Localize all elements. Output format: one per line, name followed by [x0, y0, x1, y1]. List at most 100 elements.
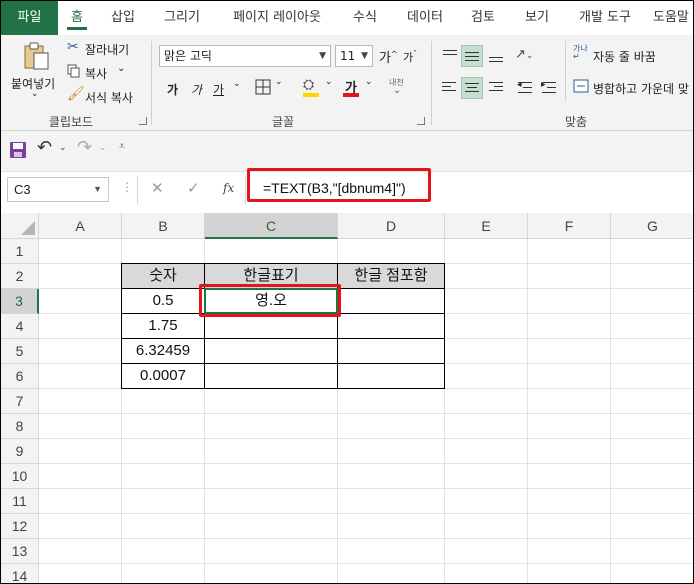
table-cell[interactable]	[338, 289, 444, 313]
table-cell[interactable]: 0.5	[122, 289, 204, 313]
table-header-cell[interactable]: 한글 점포함	[338, 264, 444, 288]
font-size-chevron-down-icon: ▼	[361, 51, 368, 61]
column-header-a[interactable]: A	[39, 213, 122, 239]
row-header-2[interactable]: 2	[1, 264, 39, 289]
tab-review[interactable]: 검토	[465, 1, 501, 35]
merge-center-label: 병합하고 가운데 맞	[593, 82, 689, 96]
phonetic-guide-chevron-icon[interactable]: ⌄	[393, 85, 401, 96]
format-painter-button[interactable]: 🖌 서식 복사	[65, 86, 145, 107]
save-icon[interactable]	[9, 141, 27, 159]
undo-icon[interactable]: ↶	[37, 137, 52, 158]
middle-align-button[interactable]	[461, 45, 483, 67]
font-dialog-launcher-icon[interactable]	[417, 117, 425, 125]
row-header-4[interactable]: 4	[1, 314, 39, 339]
row-header-3[interactable]: 3	[1, 289, 39, 314]
row-header-14[interactable]: 14	[1, 564, 39, 583]
table-border	[337, 263, 338, 389]
row-header-8[interactable]: 8	[1, 414, 39, 439]
paste-button[interactable]: 붙여넣기 ⌄	[9, 39, 61, 105]
redo-chevron-down-icon[interactable]: ⌄	[99, 143, 107, 153]
row-header-10[interactable]: 10	[1, 464, 39, 489]
tab-developer[interactable]: 개발 도구	[571, 1, 639, 35]
name-box[interactable]: C3 ▼	[7, 177, 109, 202]
undo-chevron-down-icon[interactable]: ⌄	[59, 143, 67, 153]
active-tab-underline	[67, 27, 87, 30]
row-header-1[interactable]: 1	[1, 239, 39, 264]
copy-dropdown-chevron-icon[interactable]: ⌄	[117, 63, 125, 74]
tab-insert[interactable]: 삽입	[105, 1, 141, 35]
wrap-text-button[interactable]: 가나 ↵ 자동 줄 바꿈	[573, 45, 693, 65]
table-cell[interactable]: 6.32459	[122, 339, 204, 363]
row-header-13[interactable]: 13	[1, 539, 39, 564]
shrink-font-button[interactable]: 가ˇ	[403, 49, 417, 65]
table-border	[121, 263, 445, 264]
column-header-g[interactable]: G	[611, 213, 693, 239]
tab-draw[interactable]: 그리기	[157, 1, 207, 35]
table-cell[interactable]	[205, 364, 337, 388]
table-cell[interactable]	[205, 339, 337, 363]
tab-view[interactable]: 보기	[519, 1, 555, 35]
select-all-corner[interactable]	[1, 213, 39, 239]
grow-font-button[interactable]: 가^	[379, 47, 398, 66]
column-header-f[interactable]: F	[528, 213, 611, 239]
insert-function-icon[interactable]: fx	[223, 181, 234, 195]
orientation-icon: ↗	[515, 47, 526, 62]
row-header-6[interactable]: 6	[1, 364, 39, 389]
align-center-button[interactable]	[461, 77, 483, 99]
column-header-c[interactable]: C	[205, 213, 338, 239]
wrap-text-label: 자동 줄 바꿈	[593, 50, 656, 64]
bold-button[interactable]: 가	[167, 81, 178, 98]
redo-icon[interactable]: ↷	[77, 137, 92, 158]
top-align-button[interactable]	[439, 45, 461, 67]
row-header-11[interactable]: 11	[1, 489, 39, 514]
tab-data[interactable]: 데이터	[401, 1, 449, 35]
column-header-d[interactable]: D	[338, 213, 445, 239]
underline-chevron-down-icon[interactable]: ⌄	[233, 79, 241, 89]
underline-button[interactable]: 가	[213, 81, 224, 98]
tab-formulas[interactable]: 수식	[345, 1, 385, 35]
font-size-select[interactable]: 11 ▼	[335, 45, 373, 67]
table-header-cell[interactable]: 숫자	[122, 264, 204, 288]
italic-button[interactable]: 가	[191, 81, 202, 98]
copy-button[interactable]: 복사 ⌄	[65, 63, 145, 83]
column-header-b[interactable]: B	[122, 213, 205, 239]
customize-qat-icon[interactable]: ⩡	[119, 141, 125, 152]
enter-check-icon[interactable]: ✓	[187, 179, 200, 197]
decrease-indent-button[interactable]: ◂	[515, 77, 537, 99]
gridline	[39, 538, 693, 539]
tab-home[interactable]: 홈	[63, 1, 91, 35]
worksheet-grid: A B C D E F G 1 2 3 4 5 6 7 8 9 10 11 12…	[1, 213, 693, 583]
orientation-button[interactable]: ↗⌄	[515, 47, 533, 62]
borders-button[interactable]: ⌄	[255, 77, 289, 97]
table-cell[interactable]: 0.0007	[122, 364, 204, 388]
row-header-12[interactable]: 12	[1, 514, 39, 539]
fill-color-button[interactable]: ⛭ ⌄	[303, 77, 337, 99]
font-name-select[interactable]: 맑은 고딕 ▼	[159, 45, 331, 67]
cancel-icon[interactable]: ✕	[151, 179, 164, 197]
table-cell[interactable]	[205, 314, 337, 338]
clipboard-dialog-launcher-icon[interactable]	[139, 117, 147, 125]
tab-help[interactable]: 도움말	[653, 1, 693, 35]
table-cell[interactable]	[338, 339, 444, 363]
align-line-icon	[465, 91, 479, 92]
tab-page-layout[interactable]: 페이지 레이아웃	[225, 1, 329, 35]
increase-indent-button[interactable]: ▸	[539, 77, 561, 99]
align-line-icon	[442, 82, 456, 83]
align-line-icon	[489, 82, 503, 83]
tab-file[interactable]: 파일	[1, 1, 58, 35]
table-cell[interactable]	[338, 364, 444, 388]
copy-label: 복사	[85, 67, 108, 81]
bottom-align-button[interactable]	[485, 45, 507, 67]
table-cell[interactable]	[338, 314, 444, 338]
paste-dropdown-chevron-icon[interactable]: ⌄	[31, 89, 39, 99]
row-header-5[interactable]: 5	[1, 339, 39, 364]
row-header-7[interactable]: 7	[1, 389, 39, 414]
column-header-e[interactable]: E	[445, 213, 528, 239]
cut-button[interactable]: ✂ 잘라내기	[65, 39, 145, 59]
row-header-9[interactable]: 9	[1, 439, 39, 464]
align-left-button[interactable]	[439, 77, 461, 99]
font-color-button[interactable]: 가 ⌄	[343, 77, 377, 99]
align-right-button[interactable]	[485, 77, 507, 99]
merge-center-button[interactable]: 병합하고 가운데 맞	[573, 77, 693, 97]
table-cell[interactable]: 1.75	[122, 314, 204, 338]
